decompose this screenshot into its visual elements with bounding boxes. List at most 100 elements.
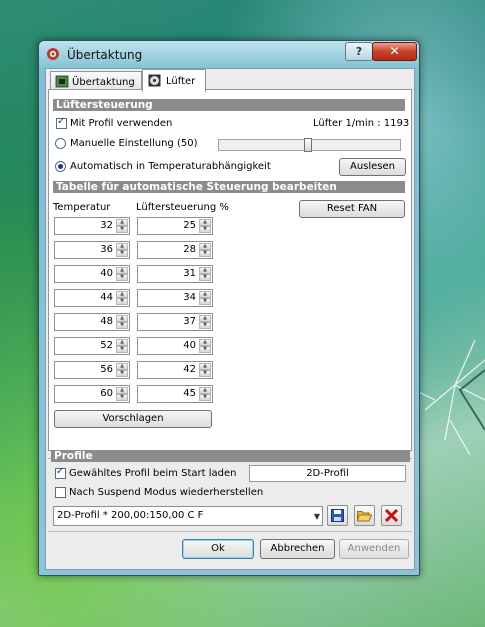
reset-fan-button[interactable]: Reset FAN <box>299 200 405 218</box>
tab-overclocking-label: Übertaktung <box>72 77 135 88</box>
spinner-arrows: ▲ ▼ <box>116 339 128 353</box>
fan-percent-spinner[interactable]: 28 ▲ ▼ <box>137 241 213 259</box>
spin-down-icon[interactable]: ▼ <box>199 346 211 353</box>
spin-down-icon[interactable]: ▼ <box>199 322 211 329</box>
delete-icon <box>385 509 398 522</box>
spinner-arrows: ▲ ▼ <box>199 339 211 353</box>
use-profile-label: Mit Profil verwenden <box>70 118 173 129</box>
auto-radio[interactable] <box>55 161 66 172</box>
cancel-button[interactable]: Abbrechen <box>260 539 335 559</box>
temperature-spinner[interactable]: 52 ▲ ▼ <box>54 337 130 355</box>
fan-percent-spinner[interactable]: 42 ▲ ▼ <box>137 361 213 379</box>
spin-up-icon[interactable]: ▲ <box>116 339 128 346</box>
fan-percent-spinner-value: 25 <box>183 220 196 231</box>
spin-up-icon[interactable]: ▲ <box>199 291 211 298</box>
chevron-down-icon[interactable]: ▼ <box>314 512 320 521</box>
spin-up-icon[interactable]: ▲ <box>199 219 211 226</box>
spin-up-icon[interactable]: ▲ <box>199 387 211 394</box>
spin-down-icon[interactable]: ▼ <box>116 322 128 329</box>
spin-down-icon[interactable]: ▼ <box>116 394 128 401</box>
temperature-spinner-value: 36 <box>100 244 113 255</box>
apply-button[interactable]: Anwenden <box>339 539 409 559</box>
spin-down-icon[interactable]: ▼ <box>116 346 128 353</box>
use-profile-checkbox[interactable] <box>56 116 67 129</box>
temperature-spinner-value: 48 <box>100 316 113 327</box>
overclock-board-icon <box>55 75 69 88</box>
spin-up-icon[interactable]: ▲ <box>116 363 128 370</box>
glass-crack-decoration <box>415 339 485 456</box>
temperature-spinner[interactable]: 40 ▲ ▼ <box>54 265 130 283</box>
fan-percent-spinner-value: 40 <box>183 340 196 351</box>
app-icon <box>47 48 59 60</box>
restore-suspend-label: Nach Suspend Modus wiederherstellen <box>69 487 264 498</box>
suggest-button[interactable]: Vorschlagen <box>54 410 212 428</box>
spin-down-icon[interactable]: ▼ <box>199 394 211 401</box>
fan-percent-spinner[interactable]: 37 ▲ ▼ <box>137 313 213 331</box>
ok-button[interactable]: Ok <box>182 539 254 559</box>
tab-fan-label: Lüfter <box>166 76 196 87</box>
selected-profile-field[interactable]: 2D-Profil <box>249 465 406 482</box>
read-button[interactable]: Auslesen <box>339 158 406 176</box>
auto-label: Automatisch in Temperaturabhängigkeit <box>70 161 271 172</box>
spin-up-icon[interactable]: ▲ <box>116 315 128 322</box>
spinner-arrows: ▲ ▼ <box>116 243 128 257</box>
spin-up-icon[interactable]: ▲ <box>116 267 128 274</box>
spin-down-icon[interactable]: ▼ <box>116 226 128 233</box>
spin-up-icon[interactable]: ▲ <box>199 267 211 274</box>
fan-percent-spinner[interactable]: 25 ▲ ▼ <box>137 217 213 235</box>
spin-down-icon[interactable]: ▼ <box>116 274 128 281</box>
fan-speed-slider-thumb[interactable] <box>304 138 312 152</box>
temperature-spinner-value: 40 <box>100 268 113 279</box>
spin-up-icon[interactable]: ▲ <box>199 243 211 250</box>
temperature-spinner[interactable]: 32 ▲ ▼ <box>54 217 130 235</box>
close-button[interactable]: ✕ <box>372 42 417 61</box>
spin-up-icon[interactable]: ▲ <box>199 315 211 322</box>
temperature-spinner[interactable]: 60 ▲ ▼ <box>54 385 130 403</box>
spin-down-icon[interactable]: ▼ <box>199 250 211 257</box>
spin-down-icon[interactable]: ▼ <box>199 226 211 233</box>
temperature-spinner[interactable]: 36 ▲ ▼ <box>54 241 130 259</box>
save-profile-button[interactable] <box>327 505 348 526</box>
spin-up-icon[interactable]: ▲ <box>116 243 128 250</box>
spin-up-icon[interactable]: ▲ <box>116 291 128 298</box>
title-bar[interactable]: Übertaktung ? ✕ <box>39 41 419 67</box>
spin-up-icon[interactable]: ▲ <box>199 363 211 370</box>
section-table: Tabelle für automatische Steuerung bearb… <box>53 181 405 193</box>
spin-down-icon[interactable]: ▼ <box>116 298 128 305</box>
open-profile-button[interactable] <box>354 505 375 526</box>
delete-profile-button[interactable] <box>381 505 402 526</box>
load-on-start-checkbox[interactable] <box>55 466 66 479</box>
fan-percent-spinner-value: 28 <box>183 244 196 255</box>
spinner-arrows: ▲ ▼ <box>116 363 128 377</box>
fan-percent-spinner[interactable]: 45 ▲ ▼ <box>137 385 213 403</box>
temperature-spinner[interactable]: 44 ▲ ▼ <box>54 289 130 307</box>
fan-percent-spinner-value: 34 <box>183 292 196 303</box>
fan-percent-spinner[interactable]: 40 ▲ ▼ <box>137 337 213 355</box>
fan-percent-spinner[interactable]: 34 ▲ ▼ <box>137 289 213 307</box>
spin-down-icon[interactable]: ▼ <box>116 370 128 377</box>
spinner-arrows: ▲ ▼ <box>199 387 211 401</box>
restore-suspend-checkbox[interactable] <box>55 487 66 498</box>
help-button[interactable]: ? <box>345 42 373 61</box>
temperature-spinner[interactable]: 48 ▲ ▼ <box>54 313 130 331</box>
spinner-arrows: ▲ ▼ <box>116 387 128 401</box>
fan-icon <box>148 74 161 87</box>
spinner-arrows: ▲ ▼ <box>116 315 128 329</box>
spin-down-icon[interactable]: ▼ <box>116 250 128 257</box>
profile-combo[interactable]: 2D-Profil * 200,00:150,00 C F ▼ <box>53 506 323 526</box>
col-temperature-header: Temperatur <box>53 202 111 213</box>
spin-down-icon[interactable]: ▼ <box>199 298 211 305</box>
spinner-arrows: ▲ ▼ <box>199 363 211 377</box>
tab-fan[interactable]: Lüfter <box>142 69 206 92</box>
spin-up-icon[interactable]: ▲ <box>116 219 128 226</box>
spin-down-icon[interactable]: ▼ <box>199 370 211 377</box>
spin-up-icon[interactable]: ▲ <box>116 387 128 394</box>
spinner-arrows: ▲ ▼ <box>199 315 211 329</box>
spin-down-icon[interactable]: ▼ <box>199 274 211 281</box>
manual-radio[interactable] <box>55 138 66 149</box>
folder-open-icon <box>357 511 372 522</box>
temperature-spinner[interactable]: 56 ▲ ▼ <box>54 361 130 379</box>
fan-percent-spinner-value: 45 <box>183 388 196 399</box>
spin-up-icon[interactable]: ▲ <box>199 339 211 346</box>
fan-percent-spinner[interactable]: 31 ▲ ▼ <box>137 265 213 283</box>
